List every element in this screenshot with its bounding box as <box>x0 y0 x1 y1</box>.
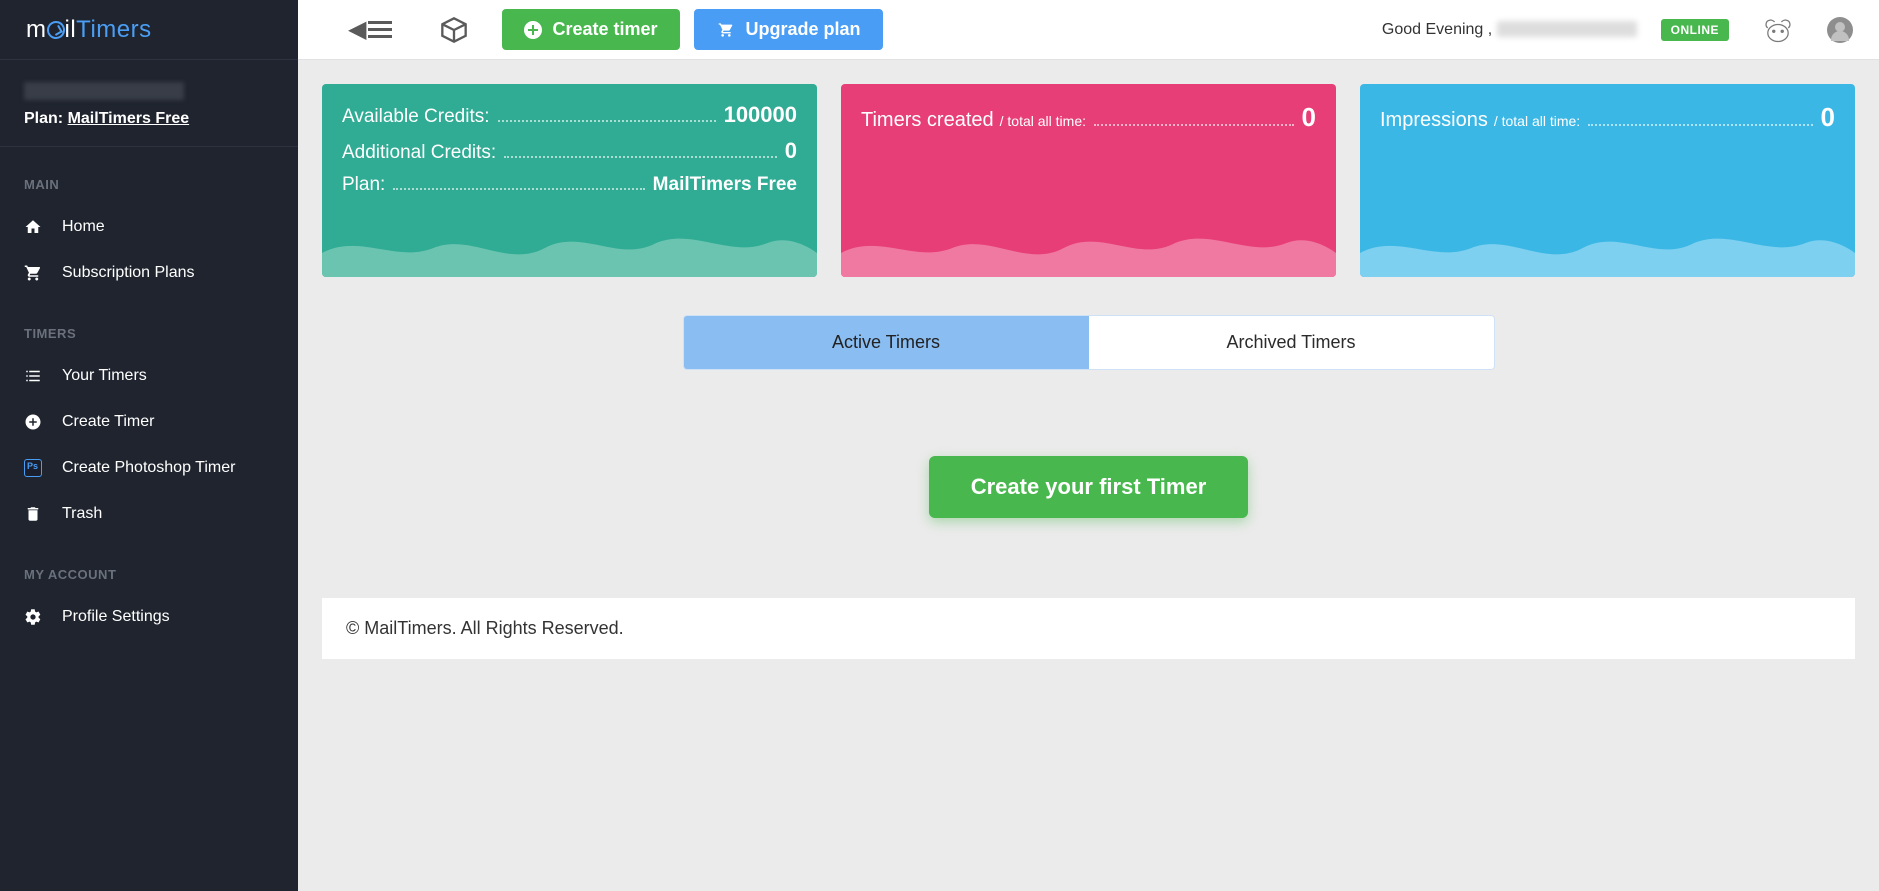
nav-section-timers: TIMERS <box>0 296 298 353</box>
impressions-sub: / total all time: <box>1494 113 1580 129</box>
online-badge: ONLINE <box>1661 19 1729 41</box>
plus-circle-icon <box>24 413 42 431</box>
user-section: Plan: MailTimers Free <box>0 60 298 147</box>
plan-link[interactable]: MailTimers Free <box>68 110 190 127</box>
user-avatar[interactable] <box>1827 17 1853 43</box>
sidebar-item-home[interactable]: Home <box>0 204 298 250</box>
logo-text-m: m <box>26 16 47 43</box>
logo-text-timers: Timers <box>76 16 151 43</box>
gears-icon <box>24 608 42 626</box>
available-credits-value: 100000 <box>724 102 797 128</box>
logo-text-il: il <box>65 16 77 43</box>
plan-card-label: Plan: <box>342 174 385 196</box>
list-icon <box>24 367 42 385</box>
logo[interactable]: milTimers <box>0 0 298 60</box>
nav-section-account: MY ACCOUNT <box>0 537 298 594</box>
cart-icon <box>716 22 736 38</box>
user-name-redacted <box>24 82 184 100</box>
footer: © MailTimers. All Rights Reserved. <box>322 598 1855 659</box>
timers-created-value: 0 <box>1302 102 1316 133</box>
sidebar: milTimers Plan: MailTimers Free MAIN Hom… <box>0 0 298 891</box>
wave-decoration <box>841 223 1336 277</box>
nav-label-your-timers: Your Timers <box>62 367 147 385</box>
trash-icon <box>24 505 42 523</box>
nav-label-create-timer: Create Timer <box>62 413 154 431</box>
content: Available Credits: 100000 Additional Cre… <box>298 60 1879 891</box>
timer-tabs: Active Timers Archived Timers <box>683 315 1495 370</box>
upgrade-label: Upgrade plan <box>746 19 861 40</box>
sidebar-item-trash[interactable]: Trash <box>0 491 298 537</box>
stat-cards: Available Credits: 100000 Additional Cre… <box>322 84 1855 277</box>
greeting-text: Good Evening , <box>1382 21 1492 38</box>
plan-card-value: MailTimers Free <box>653 174 797 196</box>
sidebar-item-subscription[interactable]: Subscription Plans <box>0 250 298 296</box>
create-first-timer-button[interactable]: Create your first Timer <box>929 456 1249 518</box>
create-timer-label: Create timer <box>552 19 657 40</box>
nav-label-profile: Profile Settings <box>62 608 170 626</box>
additional-credits-value: 0 <box>785 138 797 164</box>
sidebar-item-create-ps-timer[interactable]: Create Photoshop Timer <box>0 445 298 491</box>
nav-label-subscription: Subscription Plans <box>62 264 195 282</box>
wave-decoration <box>1360 223 1855 277</box>
home-icon <box>24 218 42 236</box>
sidebar-item-profile-settings[interactable]: Profile Settings <box>0 594 298 640</box>
create-timer-button[interactable]: Create timer <box>502 9 679 50</box>
nav-section-main: MAIN <box>0 147 298 204</box>
username-redacted <box>1497 21 1637 37</box>
greeting: Good Evening , <box>1382 21 1637 39</box>
impressions-label: Impressions <box>1380 109 1488 132</box>
sidebar-toggle[interactable]: ◀ <box>348 15 392 44</box>
available-credits-label: Available Credits: <box>342 106 490 128</box>
hamburger-icon <box>368 21 392 38</box>
timers-created-sub: / total all time: <box>1000 113 1086 129</box>
arrow-left-icon: ◀ <box>348 15 366 44</box>
impressions-value: 0 <box>1821 102 1835 133</box>
impressions-card: Impressions / total all time: 0 <box>1360 84 1855 277</box>
nav-label-home: Home <box>62 218 105 236</box>
cart-icon <box>24 264 42 282</box>
sidebar-item-your-timers[interactable]: Your Timers <box>0 353 298 399</box>
topbar: ◀ Create timer Upgrade plan Good Evening… <box>298 0 1879 60</box>
tab-active-timers[interactable]: Active Timers <box>684 316 1089 369</box>
nav-label-ps-timer: Create Photoshop Timer <box>62 459 235 477</box>
timers-created-label: Timers created <box>861 109 994 132</box>
plus-icon <box>524 21 542 39</box>
mailchimp-icon[interactable] <box>1761 16 1795 44</box>
box-icon[interactable] <box>440 16 468 44</box>
empty-state: Create your first Timer <box>322 456 1855 518</box>
timers-created-card: Timers created / total all time: 0 <box>841 84 1336 277</box>
upgrade-plan-button[interactable]: Upgrade plan <box>694 9 883 50</box>
tab-archived-timers[interactable]: Archived Timers <box>1089 316 1494 369</box>
photoshop-icon <box>24 459 42 477</box>
wave-decoration <box>322 223 817 277</box>
main: ◀ Create timer Upgrade plan Good Evening… <box>298 0 1879 891</box>
plan-text: Plan: MailTimers Free <box>24 110 274 128</box>
credits-card: Available Credits: 100000 Additional Cre… <box>322 84 817 277</box>
plan-label: Plan: <box>24 110 63 127</box>
sidebar-item-create-timer[interactable]: Create Timer <box>0 399 298 445</box>
nav-label-trash: Trash <box>62 505 102 523</box>
additional-credits-label: Additional Credits: <box>342 142 496 164</box>
